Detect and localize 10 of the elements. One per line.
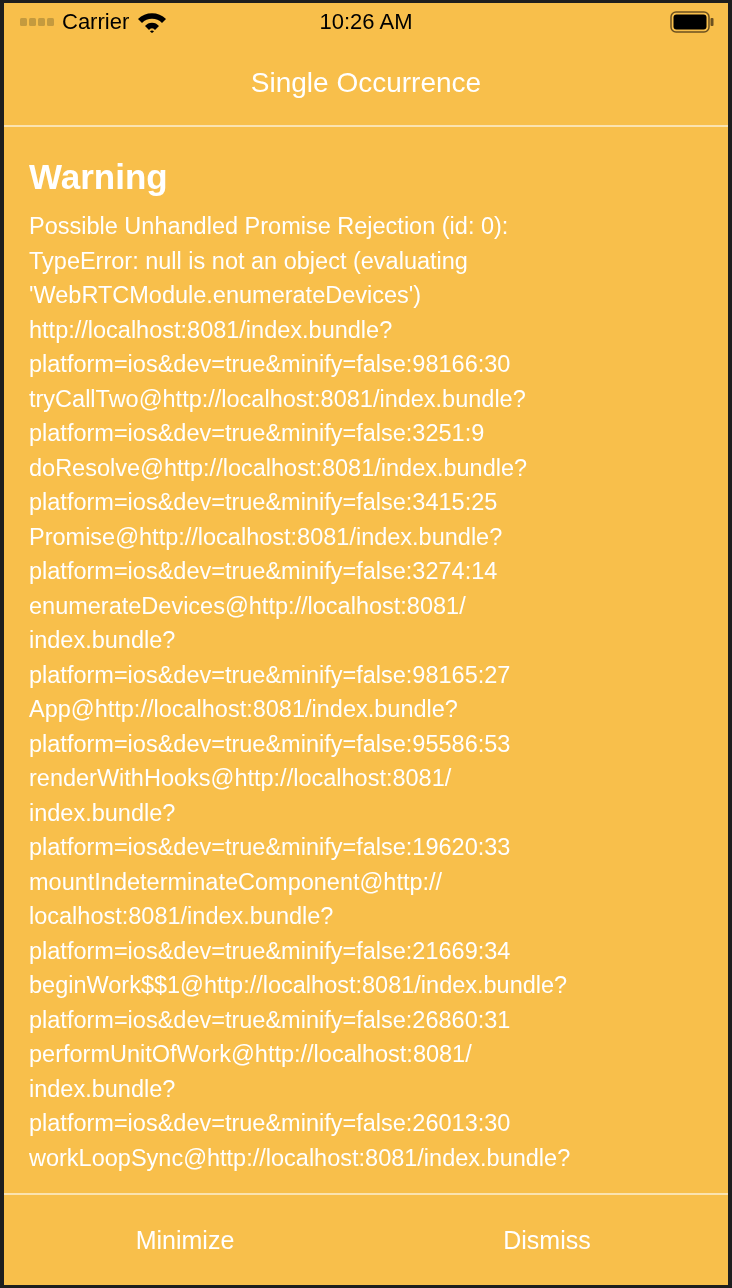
dismiss-button[interactable]: Dismiss bbox=[366, 1195, 728, 1285]
wifi-icon bbox=[137, 11, 168, 33]
screen-title: Single Occurrence bbox=[250, 67, 482, 99]
error-message: Possible Unhandled Promise Rejection (id: 0): TypeError: null is not an object (evaluating 'WebRTCModule.enumerateDevices') http://localhost:8081/index.bundle? platform=ios&dev=true&minify=false:98166:30 tryCallTwo@http://localhost:8081/index.bundle? platform=ios&dev=true&minify=false:3251:9 doResolve@http://localhost:8081/index.bundle? platform=ios&dev=true&minify=false:3415:25 Promise@http://localhost:8081/index.bundle? platform=ios&dev=true&minify=false:3274:14 enumerateDevices@http://localhost:8081/ index.bundle? platform=ios&dev=true&minify=false:98165:27 App@http://localhost:8081/index.bundle? platform=ios&dev=true&minify=false:95586:53 renderWithHooks@http://localhost:8081/ index.bundle? platform=ios&dev=true&minify=false:19620:33 mountIndeterminateComponent@http:// localhost:8081/index.bundle? platform=ios&dev=true&minify=false:21669:34 beginWork$$1@http://localhost:8081/index.bundle? platform=ios&dev=true&minify=false:26860:31 performUnitOfWork@http://localhost:8081/ index.bundle? platform=ios&dev=true&minify=false:26013:30 workLoopSync@http://localhost:8081/index.bundle? bbox=[29, 212, 572, 1173]
carrier-name: Carrier bbox=[62, 9, 130, 35]
minimize-button[interactable]: Minimize bbox=[4, 1195, 366, 1285]
status-time: 10:26 AM bbox=[319, 9, 413, 35]
battery-icon bbox=[670, 11, 714, 33]
log-level-heading: Warning bbox=[29, 157, 169, 197]
signal-icon bbox=[20, 18, 54, 26]
